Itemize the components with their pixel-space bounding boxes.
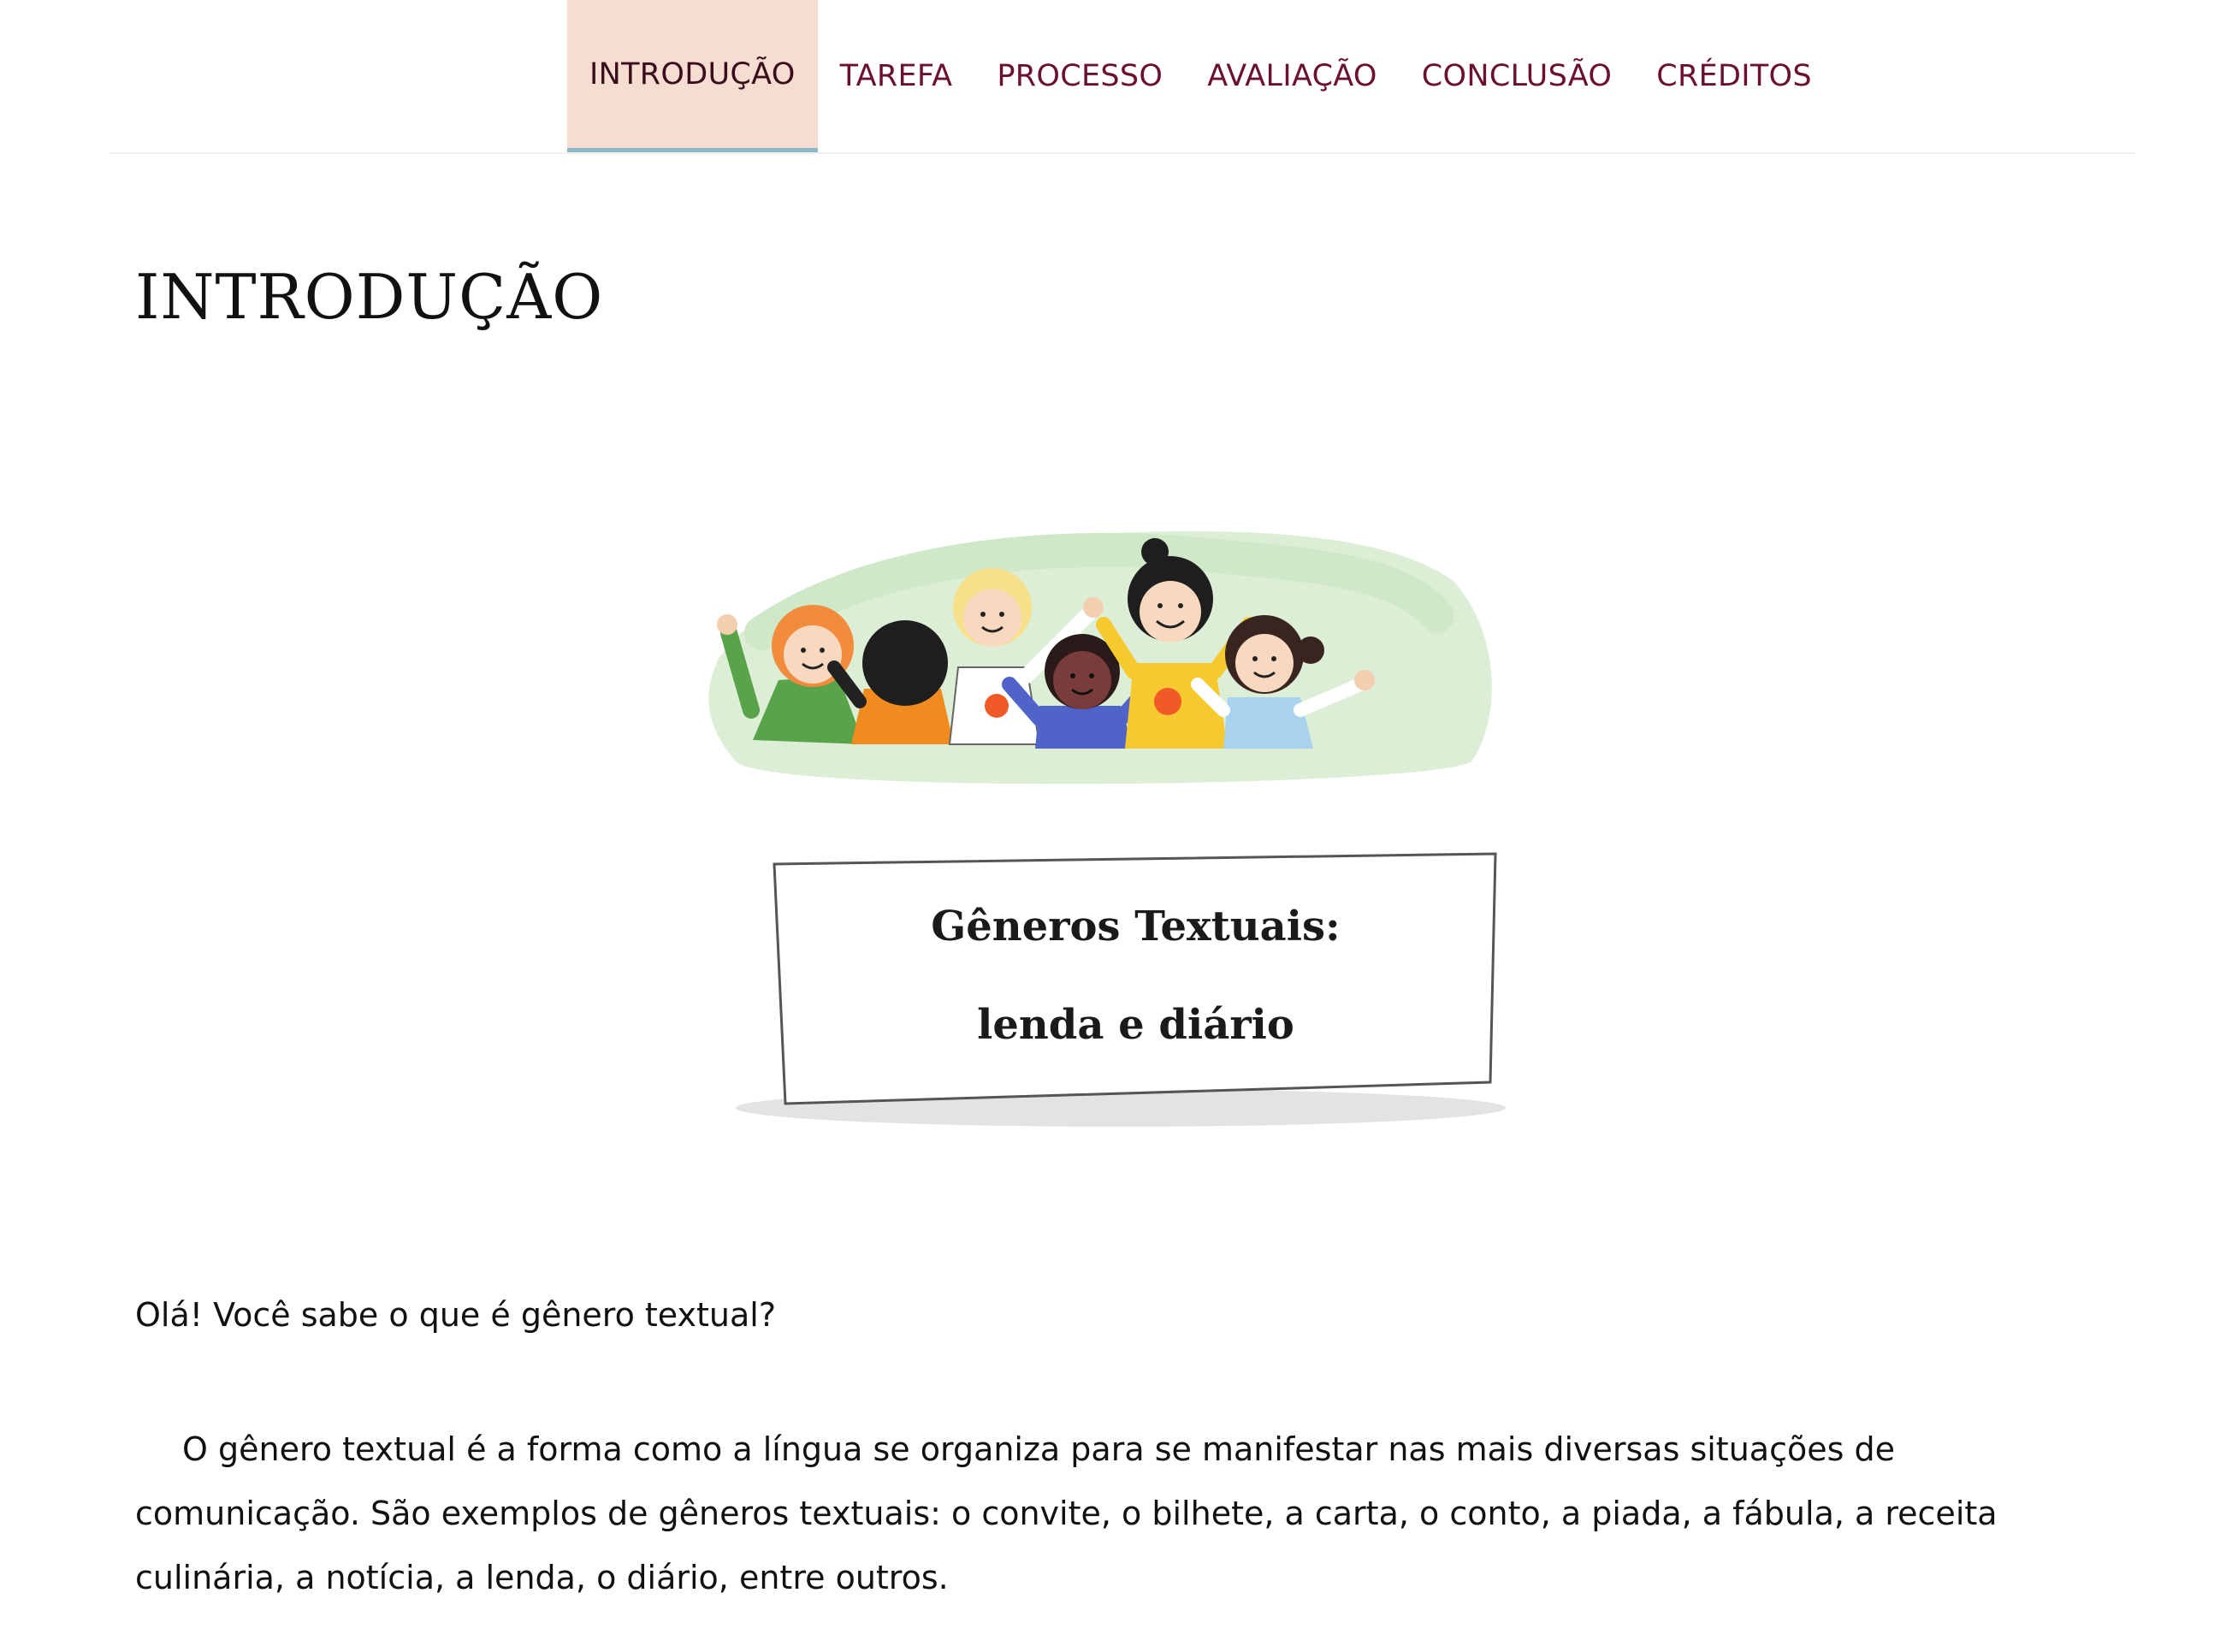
children-illustration-art [708, 530, 1506, 1127]
tab-conclusao[interactable]: CONCLUSÃO [1400, 0, 1634, 152]
tab-processo[interactable]: PROCESSO [974, 0, 1185, 152]
tab-avaliacao[interactable]: AVALIAÇÃO [1185, 0, 1400, 152]
intro-question: Olá! Você sabe o que é gênero textual? [135, 1296, 776, 1334]
tab-creditos[interactable]: CRÉDITOS [1634, 0, 1834, 152]
tab-tarefa[interactable]: TAREFA [818, 0, 975, 152]
page-title: INTRODUÇÃO [135, 261, 604, 333]
intro-paragraph: O gênero textual é a forma como a língua… [135, 1430, 1998, 1596]
tab-introducao[interactable]: INTRODUÇÃO [567, 0, 818, 152]
nav-tabs: INTRODUÇÃO TAREFA PROCESSO AVALIAÇÃO CON… [567, 0, 1834, 152]
sign-title-line2: lenda e diário [977, 1001, 1294, 1049]
top-navigation: INTRODUÇÃO TAREFA PROCESSO AVALIAÇÃO CON… [110, 0, 2135, 154]
children-sign-illustration: Gêneros Textuais: lenda e diário [702, 505, 1540, 1155]
sign-title-line1: Gêneros Textuais: [931, 903, 1341, 950]
